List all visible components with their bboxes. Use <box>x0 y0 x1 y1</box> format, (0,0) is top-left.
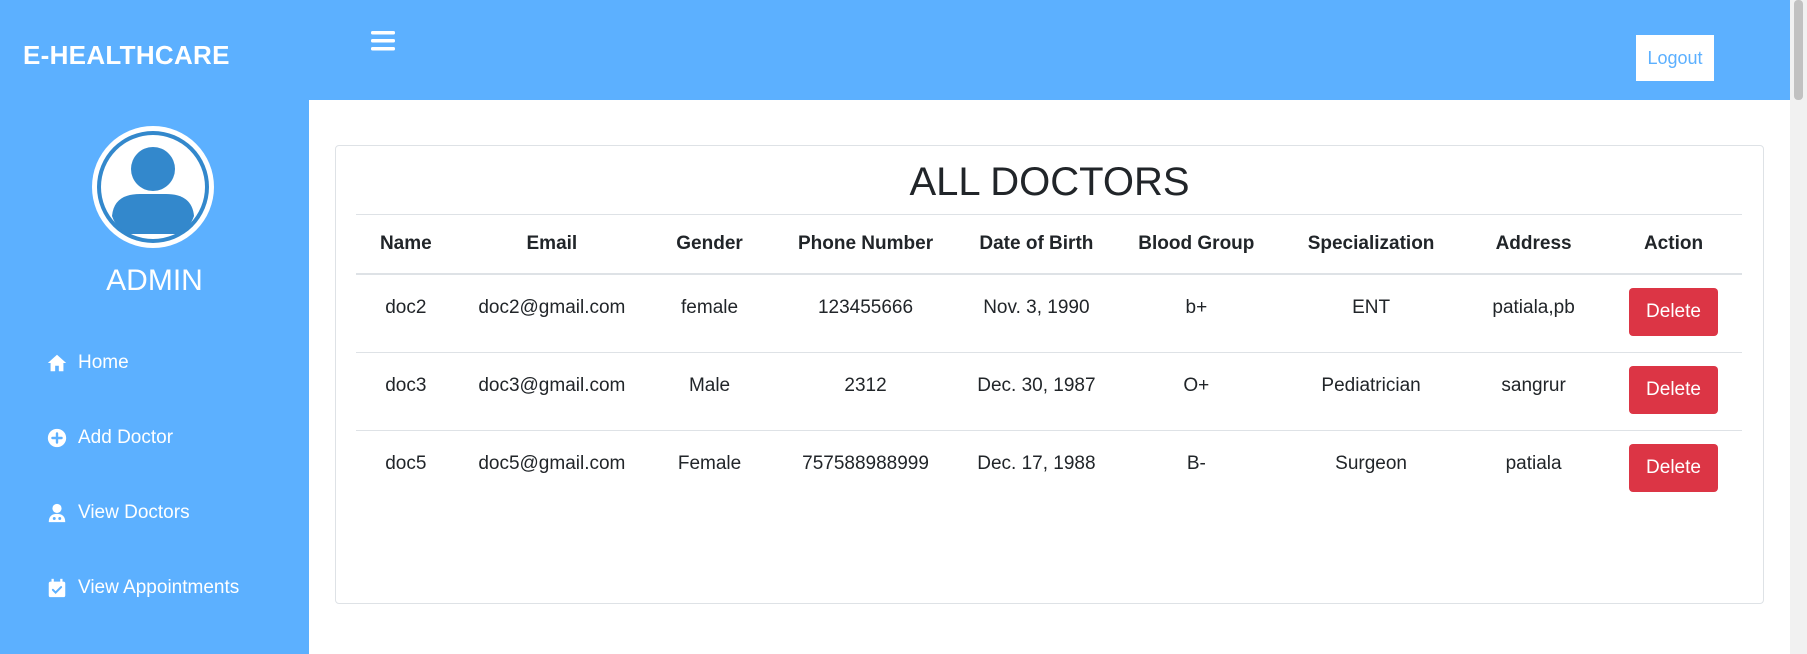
delete-button[interactable]: Delete <box>1629 443 1719 492</box>
user-doctor-icon <box>46 502 68 524</box>
doctors-card: ALL DOCTORS Name Email Gender Phone Numb… <box>335 145 1764 604</box>
doctors-table: Name Email Gender Phone Number Date of B… <box>356 214 1742 508</box>
table-row: doc5 doc5@gmail.com Female 757588988999 … <box>356 430 1742 508</box>
cell-phone: 2312 <box>844 374 887 396</box>
user-avatar-icon <box>92 126 214 248</box>
logout-button[interactable]: Logout <box>1636 35 1714 81</box>
cell-dob: Dec. 30, 1987 <box>977 374 1096 396</box>
column-header-action: Action <box>1643 233 1704 254</box>
cell-blood-group: B- <box>1186 452 1206 474</box>
cell-phone: 123455666 <box>817 297 914 318</box>
admin-label: ADMIN <box>106 264 203 297</box>
cell-action: Delete <box>1605 352 1742 430</box>
brand-logo: E-HEALTHCARE <box>23 40 230 70</box>
page-title: ALL DOCTORS <box>909 160 1190 204</box>
sidebar-item-label: View Doctors <box>78 502 190 523</box>
column-header-phone: Phone Number <box>797 233 934 254</box>
column-header-blood-group: Blood Group <box>1138 233 1255 254</box>
column-header-address: Address <box>1495 233 1572 254</box>
cell-name: doc3 <box>385 374 427 396</box>
vertical-scrollbar[interactable] <box>1790 0 1807 654</box>
cell-gender: female <box>681 297 739 318</box>
delete-button[interactable]: Delete <box>1629 288 1719 336</box>
sidebar-item-view-doctors[interactable]: View Doctors <box>46 497 190 529</box>
sidebar: E-HEALTHCARE ADMIN Home Add Doctor View … <box>0 0 309 654</box>
cell-email: doc5@gmail.com <box>478 452 626 474</box>
cell-gender: Female <box>677 452 742 474</box>
table-header-row: Name Email Gender Phone Number Date of B… <box>356 214 1742 274</box>
cell-email: doc3@gmail.com <box>478 374 626 396</box>
cell-blood-group: b+ <box>1185 297 1208 318</box>
cell-address: sangrur <box>1501 374 1566 396</box>
scrollbar-thumb[interactable] <box>1794 0 1803 100</box>
cell-phone: 757588988999 <box>802 452 929 474</box>
sidebar-item-home[interactable]: Home <box>46 347 129 379</box>
cell-address: patiala,pb <box>1492 297 1575 318</box>
sidebar-item-label: Home <box>78 352 129 373</box>
cell-blood-group: O+ <box>1183 374 1210 396</box>
cell-specialization: Surgeon <box>1335 452 1407 474</box>
column-header-dob: Date of Birth <box>979 233 1094 254</box>
home-icon <box>46 352 68 374</box>
cell-name: doc2 <box>385 297 427 318</box>
sidebar-item-add-doctor[interactable]: Add Doctor <box>46 422 173 454</box>
table-row: doc2 doc2@gmail.com female 123455666 Nov… <box>356 274 1742 352</box>
cell-gender: Male <box>688 374 731 396</box>
column-header-email: Email <box>526 233 578 254</box>
menu-toggle-icon[interactable] <box>371 30 395 52</box>
sidebar-item-label: Add Doctor <box>78 427 174 448</box>
column-header-specialization: Specialization <box>1307 233 1435 254</box>
cell-email: doc2@gmail.com <box>478 297 626 318</box>
cell-address: patiala <box>1505 452 1562 474</box>
cell-specialization: Pediatrician <box>1321 374 1421 396</box>
cell-name: doc5 <box>385 452 427 474</box>
delete-button[interactable]: Delete <box>1629 365 1719 414</box>
column-header-name: Name <box>379 233 432 254</box>
plus-circle-icon <box>46 427 68 449</box>
calendar-check-icon <box>46 577 68 599</box>
sidebar-item-view-appointments[interactable]: View Appointments <box>46 572 239 604</box>
cell-dob: Nov. 3, 1990 <box>983 297 1090 318</box>
cell-action: Delete <box>1605 274 1742 352</box>
sidebar-item-label: View Appointments <box>78 577 240 598</box>
column-header-gender: Gender <box>676 233 743 254</box>
cell-specialization: ENT <box>1352 297 1391 318</box>
cell-dob: Dec. 17, 1988 <box>977 452 1096 474</box>
table-row: doc3 doc3@gmail.com Male 2312 Dec. 30, 1… <box>356 352 1742 430</box>
cell-action: Delete <box>1605 430 1742 508</box>
